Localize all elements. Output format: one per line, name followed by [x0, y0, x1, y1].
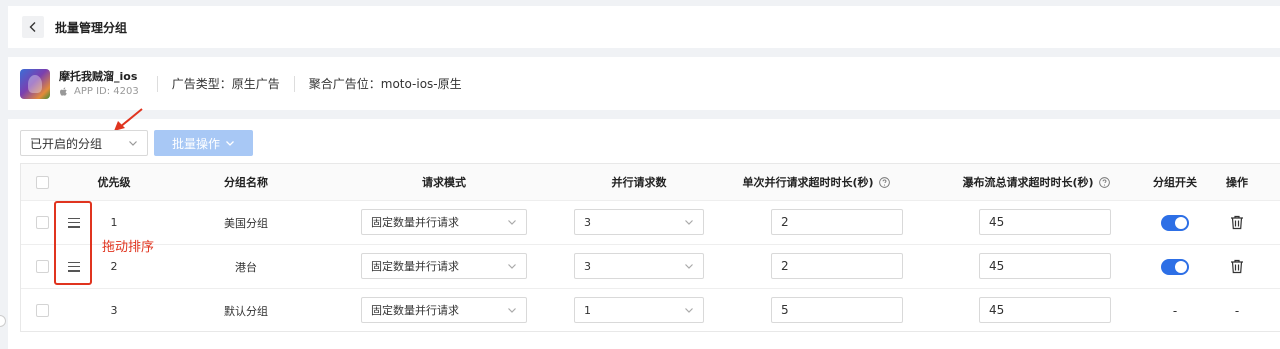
table-row: 3 默认分组 固定数量并行请求 1 5 45 - -	[21, 289, 1280, 332]
parallel-count-select[interactable]: 3	[574, 209, 704, 235]
group-switch-empty: -	[1172, 303, 1178, 318]
ad-type: 广告类型：原生广告	[171, 77, 280, 91]
header-bar: 批量管理分组	[8, 6, 1280, 48]
chevron-down-icon	[226, 141, 234, 146]
row-checkbox[interactable]	[35, 260, 49, 273]
batch-operation-button[interactable]: 批量操作	[154, 130, 253, 156]
group-name: 美国分组	[224, 216, 268, 230]
col-group-switch: 分组开关	[1153, 176, 1197, 189]
back-button[interactable]	[22, 16, 44, 38]
group-filter-select[interactable]: 已开启的分组	[20, 130, 148, 156]
drag-sort-note: 拖动排序	[102, 240, 155, 255]
group-name: 港台	[235, 260, 257, 274]
drag-handle-icon[interactable]	[68, 217, 80, 228]
help-icon[interactable]	[1098, 176, 1110, 188]
chevron-down-icon	[508, 264, 516, 269]
chevron-down-icon	[128, 138, 138, 148]
trash-icon[interactable]	[1230, 215, 1244, 230]
app-id: APP ID: 4203	[74, 86, 139, 97]
select-all-checkbox[interactable]	[35, 175, 49, 189]
chevron-down-icon	[508, 308, 516, 313]
col-actions: 操作	[1226, 176, 1248, 189]
row-checkbox[interactable]	[35, 216, 49, 229]
col-parallel-count: 并行请求数	[611, 176, 667, 189]
col-group-name: 分组名称	[224, 176, 268, 189]
priority-value: 3	[110, 304, 118, 317]
group-switch-toggle[interactable]	[1161, 214, 1189, 231]
single-timeout-input[interactable]: 2	[771, 253, 903, 279]
chevron-down-icon	[685, 264, 693, 269]
drag-handle-icon[interactable]	[68, 261, 80, 272]
col-waterfall-timeout: 瀑布流总请求超时时长(秒)	[962, 176, 1094, 189]
app-name: 摩托我贼溜_ios	[59, 70, 138, 83]
main-panel: 已开启的分组 批量操作 优先级 分组名称 请求模式 并行请求数 单次并行请求超时…	[8, 108, 1280, 349]
divider	[293, 75, 295, 92]
app-icon	[20, 68, 50, 99]
chevron-down-icon	[685, 308, 693, 313]
help-icon[interactable]	[878, 176, 890, 188]
chevron-left-icon	[29, 22, 36, 32]
col-priority: 优先级	[97, 176, 131, 189]
apple-icon	[60, 87, 67, 96]
row-checkbox[interactable]	[35, 304, 49, 317]
table-row: 1 美国分组 固定数量并行请求 3 2 45	[21, 201, 1280, 245]
waterfall-timeout-input[interactable]: 45	[979, 209, 1111, 235]
col-single-timeout: 单次并行请求超时时长(秒)	[742, 176, 874, 189]
trash-icon[interactable]	[1230, 259, 1244, 274]
parallel-count-select[interactable]: 3	[574, 253, 704, 279]
ad-placement: 聚合广告位：moto-ios-原生	[308, 77, 462, 91]
page-title: 批量管理分组	[55, 20, 128, 35]
table-header: 优先级 分组名称 请求模式 并行请求数 单次并行请求超时时长(秒) 瀑布流总请求…	[21, 164, 1280, 201]
divider	[156, 75, 158, 92]
request-mode-select[interactable]: 固定数量并行请求	[361, 209, 527, 235]
actions-empty: -	[1234, 303, 1240, 318]
collapse-handle[interactable]	[0, 315, 6, 327]
chevron-down-icon	[508, 220, 516, 225]
group-switch-toggle[interactable]	[1161, 258, 1189, 275]
chevron-down-icon	[685, 220, 693, 225]
parallel-count-select[interactable]: 1	[574, 297, 704, 323]
waterfall-timeout-input[interactable]: 45	[979, 297, 1111, 323]
single-timeout-input[interactable]: 5	[771, 297, 903, 323]
group-name: 默认分组	[224, 304, 268, 318]
col-request-mode: 请求模式	[422, 176, 466, 189]
waterfall-timeout-input[interactable]: 45	[979, 253, 1111, 279]
app-info-bar: 摩托我贼溜_ios APP ID: 4203 广告类型：原生广告 聚合广告位：m…	[8, 57, 1280, 110]
request-mode-select[interactable]: 固定数量并行请求	[361, 297, 527, 323]
single-timeout-input[interactable]: 2	[771, 209, 903, 235]
table-row: 2 港台 固定数量并行请求 3 2 45	[21, 245, 1280, 289]
request-mode-select[interactable]: 固定数量并行请求	[361, 253, 527, 279]
groups-table: 优先级 分组名称 请求模式 并行请求数 单次并行请求超时时长(秒) 瀑布流总请求…	[20, 163, 1280, 332]
